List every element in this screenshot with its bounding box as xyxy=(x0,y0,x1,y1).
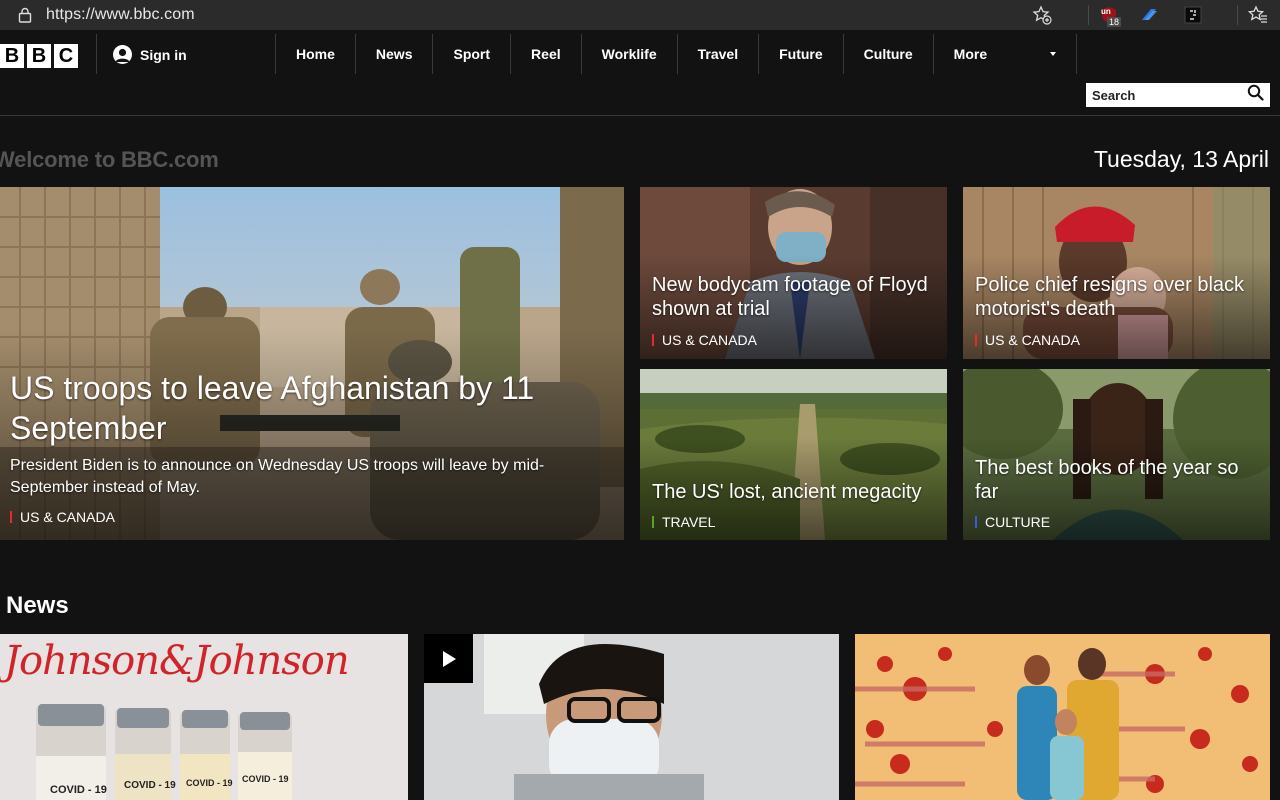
story-card-megacity[interactable]: The US' lost, ancient megacity TRAVEL xyxy=(640,369,947,540)
story-tag-label: TRAVEL xyxy=(662,514,716,530)
story-tag[interactable]: TRAVEL xyxy=(652,514,715,530)
address-bar[interactable]: https://www.bbc.com xyxy=(46,6,195,24)
nav-home[interactable]: Home xyxy=(275,34,355,74)
header-divider xyxy=(96,34,97,74)
ublock-badge: 18 xyxy=(1107,17,1122,27)
story-headline[interactable]: Police chief resigns over black motorist… xyxy=(975,273,1258,321)
news-image xyxy=(424,634,839,800)
news-card-vaccine[interactable]: Johnson&Johnson COVID - 19 COVID - 19 CO… xyxy=(0,634,408,800)
play-icon xyxy=(442,650,456,667)
sign-in-link[interactable]: Sign in xyxy=(113,45,187,64)
tag-bar xyxy=(10,511,12,523)
story-headline[interactable]: The US' lost, ancient megacity xyxy=(652,480,935,504)
story-tag[interactable]: US & CANADA xyxy=(975,332,1080,348)
favorites-icon[interactable] xyxy=(1248,5,1268,25)
news-card-video[interactable] xyxy=(424,634,839,800)
story-headline[interactable]: New bodycam footage of Floyd shown at tr… xyxy=(652,273,935,321)
nav-worklife[interactable]: Worklife xyxy=(580,34,677,74)
story-tag-label: CULTURE xyxy=(985,514,1051,530)
main-nav: Home News Sport Reel Worklife Travel Fut… xyxy=(275,34,1077,74)
hero-headline[interactable]: US troops to leave Afghanistan by 11 Sep… xyxy=(10,368,612,448)
nav-future[interactable]: Future xyxy=(758,34,843,74)
news-section-title[interactable]: News xyxy=(6,592,69,620)
ublock-extension-icon[interactable]: un 18 xyxy=(1099,5,1122,27)
hero-main-story[interactable]: US troops to leave Afghanistan by 11 Sep… xyxy=(0,187,624,540)
tag-bar xyxy=(652,516,654,528)
favorite-star-add-icon[interactable] xyxy=(1032,5,1052,25)
story-headline[interactable]: The best books of the year so far xyxy=(975,456,1258,504)
date-text: Tuesday, 13 April xyxy=(1093,146,1269,172)
arrow-extension-icon[interactable] xyxy=(1139,5,1159,25)
logo-letter: B xyxy=(0,44,24,68)
play-button[interactable] xyxy=(424,634,473,683)
nav-more-label: More xyxy=(953,46,988,62)
jnj-logo-text: Johnson&Johnson xyxy=(4,638,350,684)
hero-tag-label: US & CANADA xyxy=(20,509,115,525)
toolbar-divider xyxy=(1237,5,1238,25)
tag-bar xyxy=(652,334,654,346)
story-tag-label: US & CANADA xyxy=(662,332,757,348)
logo-letter: C xyxy=(54,44,78,68)
vial-label: COVID - 19 xyxy=(242,774,289,784)
toolbar-divider xyxy=(1088,5,1089,25)
header-rule xyxy=(0,115,1280,116)
story-tag-label: US & CANADA xyxy=(985,332,1080,348)
nav-more[interactable]: More xyxy=(932,34,1077,74)
story-tag[interactable]: CULTURE xyxy=(975,514,1050,530)
search-box xyxy=(1086,83,1270,107)
nav-culture[interactable]: Culture xyxy=(842,34,933,74)
bbc-logo[interactable]: B B C xyxy=(0,44,78,68)
sign-in-label: Sign in xyxy=(140,46,187,63)
vial-label: COVID - 19 xyxy=(50,784,107,796)
search-icon[interactable] xyxy=(1247,84,1264,106)
nav-travel[interactable]: Travel xyxy=(676,34,758,74)
news-card-covid-family[interactable] xyxy=(855,634,1270,800)
lock-icon xyxy=(18,7,32,23)
welcome-heading: Welcome to BBC.com xyxy=(0,147,225,173)
browser-toolbar: https://www.bbc.com un 18 xyxy=(0,0,1280,30)
bbc-header: B B C Sign in Home News Sport Reel Workl… xyxy=(0,34,1280,76)
nav-news[interactable]: News xyxy=(354,34,433,74)
story-card-floyd[interactable]: New bodycam footage of Floyd shown at tr… xyxy=(640,187,947,359)
ublock-label: un xyxy=(1101,7,1111,16)
nav-sport[interactable]: Sport xyxy=(432,34,510,74)
dark-extension-icon[interactable] xyxy=(1183,5,1203,25)
logo-letter: B xyxy=(27,44,51,68)
story-card-books[interactable]: The best books of the year so far CULTUR… xyxy=(963,369,1270,540)
nav-reel[interactable]: Reel xyxy=(510,34,581,74)
search-input[interactable] xyxy=(1092,87,1232,103)
tag-bar xyxy=(975,334,977,346)
hero-summary: President Biden is to announce on Wednes… xyxy=(10,457,545,496)
news-image xyxy=(855,634,1270,800)
hero-tag[interactable]: US & CANADA xyxy=(10,509,115,525)
welcome-text: Welcome to BBC.com xyxy=(0,147,219,172)
vial-label: COVID - 19 xyxy=(124,780,176,791)
vial-label: COVID - 19 xyxy=(186,778,233,788)
user-icon xyxy=(113,45,132,64)
chevron-down-icon xyxy=(1049,52,1056,56)
tag-bar xyxy=(975,516,977,528)
story-tag[interactable]: US & CANADA xyxy=(652,332,757,348)
story-card-police-chief[interactable]: Police chief resigns over black motorist… xyxy=(963,187,1270,359)
